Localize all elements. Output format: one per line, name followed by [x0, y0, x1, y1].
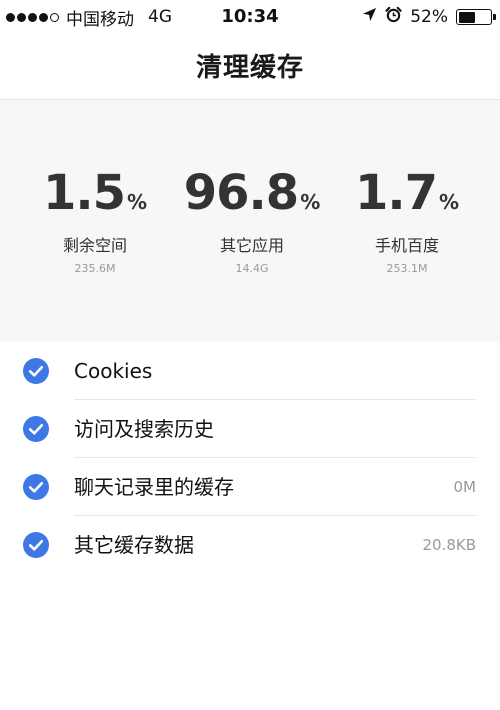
battery-fill — [458, 11, 475, 23]
stat-size: 14.4G — [235, 262, 269, 275]
cache-item-label: 聊天记录里的缓存 — [74, 475, 234, 499]
alarm-clock-icon — [385, 6, 402, 28]
stat-label: 剩余空间 — [62, 236, 127, 255]
cache-item-label: Cookies — [74, 359, 153, 383]
stat-percent-unit: % — [438, 190, 460, 214]
battery-percent: 52% — [410, 7, 448, 27]
storage-stats-panel: 1.5% 剩余空间 235.6M 96.8% 其它应用 14.4G 1.7% 手… — [0, 100, 500, 342]
stat-other-apps: 96.8% 其它应用 14.4G — [167, 164, 337, 275]
stat-percent: 1.5 — [42, 165, 126, 221]
stat-size: 235.6M — [74, 262, 116, 275]
clear-cache-screen: 中国移动 4G 10:34 52% 清理缓存 1.5 % 剩余空间 235.6M… — [0, 0, 500, 710]
cache-item-size: 20.8KB — [422, 536, 476, 554]
navigation-bar: 清理缓存 — [0, 34, 500, 100]
battery-icon — [456, 9, 496, 25]
status-bar: 中国移动 4G 10:34 52% — [0, 0, 500, 34]
cache-item-list: Cookies 访问及搜索历史 聊天记录里的缓存 0M 其它缓存数据 20.8K… — [0, 342, 500, 574]
stat-value-row: 1.7% — [322, 164, 492, 222]
stat-percent: 1.7 — [354, 165, 438, 221]
stat-percent: 96.8 — [183, 165, 299, 221]
stat-percent-unit: % — [126, 190, 148, 214]
checkbox-checked-icon[interactable] — [23, 532, 49, 558]
stat-value-row: 96.8% — [167, 164, 337, 222]
checkbox-checked-icon[interactable] — [23, 416, 49, 442]
cache-item-other-data[interactable]: 其它缓存数据 20.8KB — [0, 516, 500, 574]
stat-free-space: 1.5% 剩余空间 235.6M — [10, 164, 180, 275]
stat-value-row: 1.5% — [10, 164, 180, 222]
page-title: 清理缓存 — [195, 53, 304, 83]
checkbox-checked-icon[interactable] — [23, 474, 49, 500]
stat-size: 253.1M — [386, 262, 428, 275]
status-right: 52% — [362, 6, 496, 28]
checkbox-checked-icon[interactable] — [23, 358, 49, 384]
cache-item-label: 其它缓存数据 — [74, 533, 194, 557]
cache-item-size: 0M — [453, 478, 477, 496]
stat-percent-unit: % — [300, 190, 321, 214]
cache-item-history[interactable]: 访问及搜索历史 — [0, 400, 500, 458]
stat-baidu-app: 1.7% 手机百度 253.1M — [322, 164, 492, 275]
cache-item-label: 访问及搜索历史 — [74, 417, 214, 441]
stat-label: 其它应用 — [219, 236, 284, 255]
cache-item-chat-cache[interactable]: 聊天记录里的缓存 0M — [0, 458, 500, 516]
stat-label: 手机百度 — [374, 236, 439, 255]
cache-item-cookies[interactable]: Cookies — [0, 342, 500, 400]
location-arrow-icon — [362, 7, 377, 27]
